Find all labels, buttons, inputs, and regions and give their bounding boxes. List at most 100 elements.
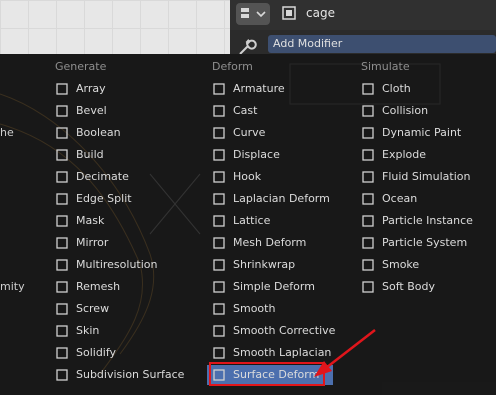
menu-item-label: Multiresolution: [76, 258, 158, 271]
ocean-icon: [362, 193, 374, 205]
add-modifier-button[interactable]: Add Modifier: [268, 35, 496, 53]
menu-item-subdivision-surface[interactable]: Subdivision Surface: [55, 365, 205, 385]
menu-item-label: Edge Split: [76, 192, 132, 205]
mesh-deform-icon: [213, 237, 225, 249]
fluid-simulation-icon: [362, 171, 374, 183]
menu-item-smooth[interactable]: Smooth: [212, 299, 362, 319]
bevel-icon: [56, 105, 68, 117]
laplacian-deform-icon: [213, 193, 225, 205]
menu-item-label: Build: [76, 148, 104, 161]
menu-item-mask[interactable]: Mask: [55, 211, 205, 231]
menu-item-label: Armature: [233, 82, 285, 95]
deform-header: Deform: [212, 60, 253, 73]
cast-icon: [213, 105, 225, 117]
multiresolution-icon: [56, 259, 68, 271]
menu-item-label: Bevel: [76, 104, 107, 117]
menu-item-skin[interactable]: Skin: [55, 321, 205, 341]
menu-item-label: Hook: [233, 170, 262, 183]
menu-item-mesh-deform[interactable]: Mesh Deform: [212, 233, 362, 253]
menu-item-edge-split[interactable]: Edge Split: [55, 189, 205, 209]
menu-item-label: Collision: [382, 104, 429, 117]
viewport-grid: [0, 0, 230, 54]
menu-item-solidify[interactable]: Solidify: [55, 343, 205, 363]
menu-item-bevel[interactable]: Bevel: [55, 101, 205, 121]
menu-item-label: Subdivision Surface: [76, 368, 185, 381]
menu-item-label: Shrinkwrap: [233, 258, 296, 271]
menu-item-label: Smooth: [233, 302, 276, 315]
menu-item-label: Skin: [76, 324, 100, 337]
menu-item-label: Soft Body: [382, 280, 435, 293]
menu-item-fluid-simulation[interactable]: Fluid Simulation: [361, 167, 481, 187]
menu-item-label: Screw: [76, 302, 110, 315]
mask-icon: [56, 215, 68, 227]
dynamic-paint-icon: [362, 127, 374, 139]
menu-item-particle-system[interactable]: Particle System: [361, 233, 481, 253]
menu-item-collision[interactable]: Collision: [361, 101, 481, 121]
3d-viewport[interactable]: [0, 0, 230, 54]
menu-item-label: Mesh Deform: [233, 236, 307, 249]
menu-item-label: Curve: [233, 126, 266, 139]
menu-item-decimate[interactable]: Decimate: [55, 167, 205, 187]
menu-item-multiresolution[interactable]: Multiresolution: [55, 255, 205, 275]
build-icon: [56, 149, 68, 161]
menu-item-particle-instance[interactable]: Particle Instance: [361, 211, 481, 231]
menu-item-armature[interactable]: Armature: [212, 79, 362, 99]
menu-item-soft-body[interactable]: Soft Body: [361, 277, 481, 297]
menu-item-label: Mask: [76, 214, 105, 227]
object-name: cage: [306, 6, 335, 20]
displace-icon: [213, 149, 225, 161]
menu-item-shrinkwrap[interactable]: Shrinkwrap: [212, 255, 362, 275]
remesh-icon: [56, 281, 68, 293]
menu-item-array[interactable]: Array: [55, 79, 205, 99]
menu-item-label: Dynamic Paint: [382, 126, 462, 139]
menu-item-cloth[interactable]: Cloth: [361, 79, 481, 99]
armature-icon: [213, 83, 225, 95]
explode-icon: [362, 149, 374, 161]
collision-icon: [362, 105, 374, 117]
smooth-corrective-icon: [213, 325, 225, 337]
menu-item-remesh[interactable]: Remesh: [55, 277, 205, 297]
menu-item-label: Remesh: [76, 280, 121, 293]
particle-instance-icon: [362, 215, 374, 227]
editor-type-button[interactable]: [236, 3, 270, 25]
object-data-icon: [282, 6, 296, 20]
generate-header: Generate: [55, 60, 107, 73]
menu-item-label: Ocean: [382, 192, 418, 205]
simple-deform-icon: [213, 281, 225, 293]
menu-item-screw[interactable]: Screw: [55, 299, 205, 319]
menu-item-ocean[interactable]: Ocean: [361, 189, 481, 209]
menu-item-label: Cast: [233, 104, 258, 117]
smooth-icon: [213, 303, 225, 315]
lattice-icon: [213, 215, 225, 227]
cloth-icon: [362, 83, 374, 95]
menu-item-explode[interactable]: Explode: [361, 145, 481, 165]
menu-item-label: Mirror: [76, 236, 109, 249]
smooth-laplacian-icon: [213, 347, 225, 359]
menu-item-hook[interactable]: Hook: [212, 167, 362, 187]
menu-item-label: Lattice: [233, 214, 271, 227]
menu-item-boolean[interactable]: Boolean: [55, 123, 205, 143]
editor-type-icon: [241, 8, 266, 18]
particle-system-icon: [362, 237, 374, 249]
menu-item-laplacian-deform[interactable]: Laplacian Deform: [212, 189, 362, 209]
properties-header: cage: [230, 0, 496, 30]
hook-icon: [213, 171, 225, 183]
menu-item-label: Decimate: [76, 170, 129, 183]
background-text-fragment: mity: [0, 280, 25, 293]
menu-item-dynamic-paint[interactable]: Dynamic Paint: [361, 123, 481, 143]
boolean-icon: [56, 127, 68, 139]
menu-item-curve[interactable]: Curve: [212, 123, 362, 143]
menu-item-simple-deform[interactable]: Simple Deform: [212, 277, 362, 297]
soft-body-icon: [362, 281, 374, 293]
menu-item-lattice[interactable]: Lattice: [212, 211, 362, 231]
menu-item-label: Array: [76, 82, 106, 95]
menu-item-label: Fluid Simulation: [382, 170, 471, 183]
menu-item-build[interactable]: Build: [55, 145, 205, 165]
decimate-icon: [56, 171, 68, 183]
menu-item-mirror[interactable]: Mirror: [55, 233, 205, 253]
menu-item-label: Displace: [233, 148, 280, 161]
skin-icon: [56, 325, 68, 337]
menu-item-cast[interactable]: Cast: [212, 101, 362, 121]
menu-item-smoke[interactable]: Smoke: [361, 255, 481, 275]
menu-item-displace[interactable]: Displace: [212, 145, 362, 165]
